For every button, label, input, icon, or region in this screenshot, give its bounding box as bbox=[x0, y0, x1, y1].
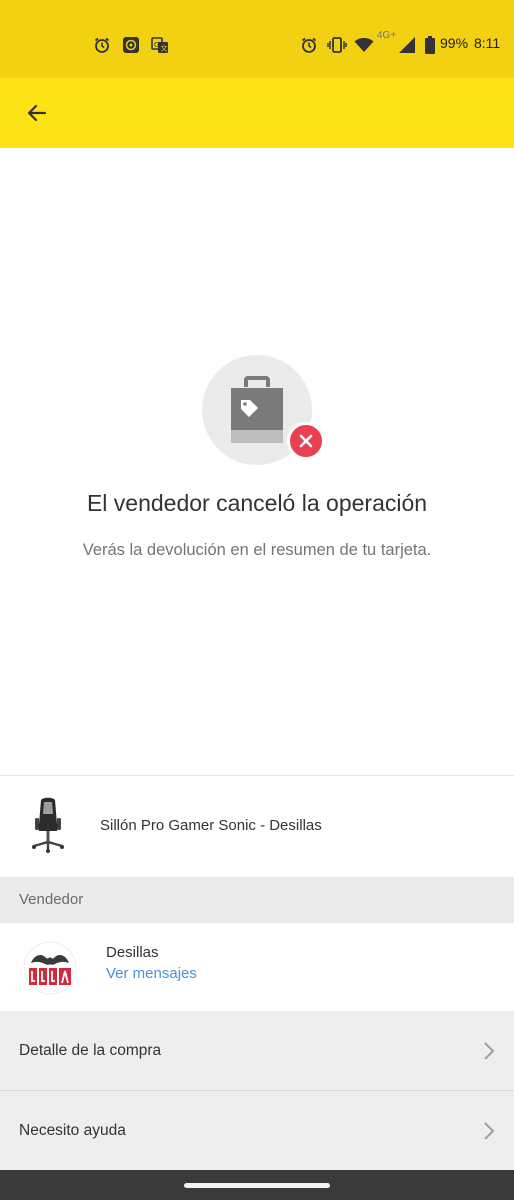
status-title: El vendedor canceló la operación bbox=[86, 490, 428, 516]
translate-icon: G文 bbox=[150, 34, 170, 56]
alarm-icon bbox=[92, 34, 112, 56]
signal-icon bbox=[397, 34, 417, 56]
back-button[interactable] bbox=[14, 90, 60, 136]
menu-item-label: Detalle de la compra bbox=[19, 1042, 162, 1059]
svg-text:文: 文 bbox=[161, 44, 168, 53]
product-row[interactable]: Sillón Pro Gamer Sonic - Desillas bbox=[0, 776, 514, 876]
app-bar bbox=[0, 78, 514, 148]
wifi-icon bbox=[353, 34, 375, 56]
home-gesture-handle[interactable] bbox=[184, 1183, 330, 1188]
app-icon bbox=[121, 34, 141, 56]
clock: 8:11 bbox=[474, 35, 501, 51]
seller-row: Desillas Ver mensajes bbox=[0, 923, 514, 1011]
help-row[interactable]: Necesito ayuda bbox=[0, 1091, 514, 1170]
status-subtitle: Verás la devolución en el resumen de tu … bbox=[82, 541, 432, 559]
view-messages-link[interactable]: Ver mensajes bbox=[106, 965, 197, 982]
seller-avatar bbox=[23, 941, 77, 995]
status-bar: G文 4G+ 99% 8:11 bbox=[0, 0, 514, 78]
purchase-detail-row[interactable]: Detalle de la compra bbox=[0, 1011, 514, 1090]
network-type: 4G+ bbox=[377, 30, 397, 41]
system-nav-bar bbox=[0, 1170, 514, 1200]
battery-icon bbox=[424, 34, 436, 56]
gaming-chair-icon bbox=[32, 797, 64, 853]
close-icon bbox=[299, 434, 313, 448]
purchase-status-screen: G文 4G+ 99% 8:11 El vendedor canceló la o… bbox=[0, 0, 514, 1200]
menu-item-label: Necesito ayuda bbox=[19, 1122, 126, 1139]
product-name: Sillón Pro Gamer Sonic - Desillas bbox=[100, 817, 322, 834]
alarm-icon bbox=[299, 34, 319, 56]
vibrate-icon bbox=[326, 34, 348, 56]
section-title: Vendedor bbox=[19, 891, 84, 908]
chevron-right-icon bbox=[484, 1042, 495, 1060]
battery-percent: 99% bbox=[440, 35, 469, 51]
cancelled-badge bbox=[287, 422, 325, 460]
seller-section-header: Vendedor bbox=[0, 877, 514, 923]
seller-name: Desillas bbox=[106, 944, 159, 961]
product-thumbnail bbox=[24, 796, 72, 856]
svg-text:G: G bbox=[154, 41, 159, 49]
chevron-right-icon bbox=[484, 1122, 495, 1140]
arrow-left-icon bbox=[27, 104, 47, 122]
